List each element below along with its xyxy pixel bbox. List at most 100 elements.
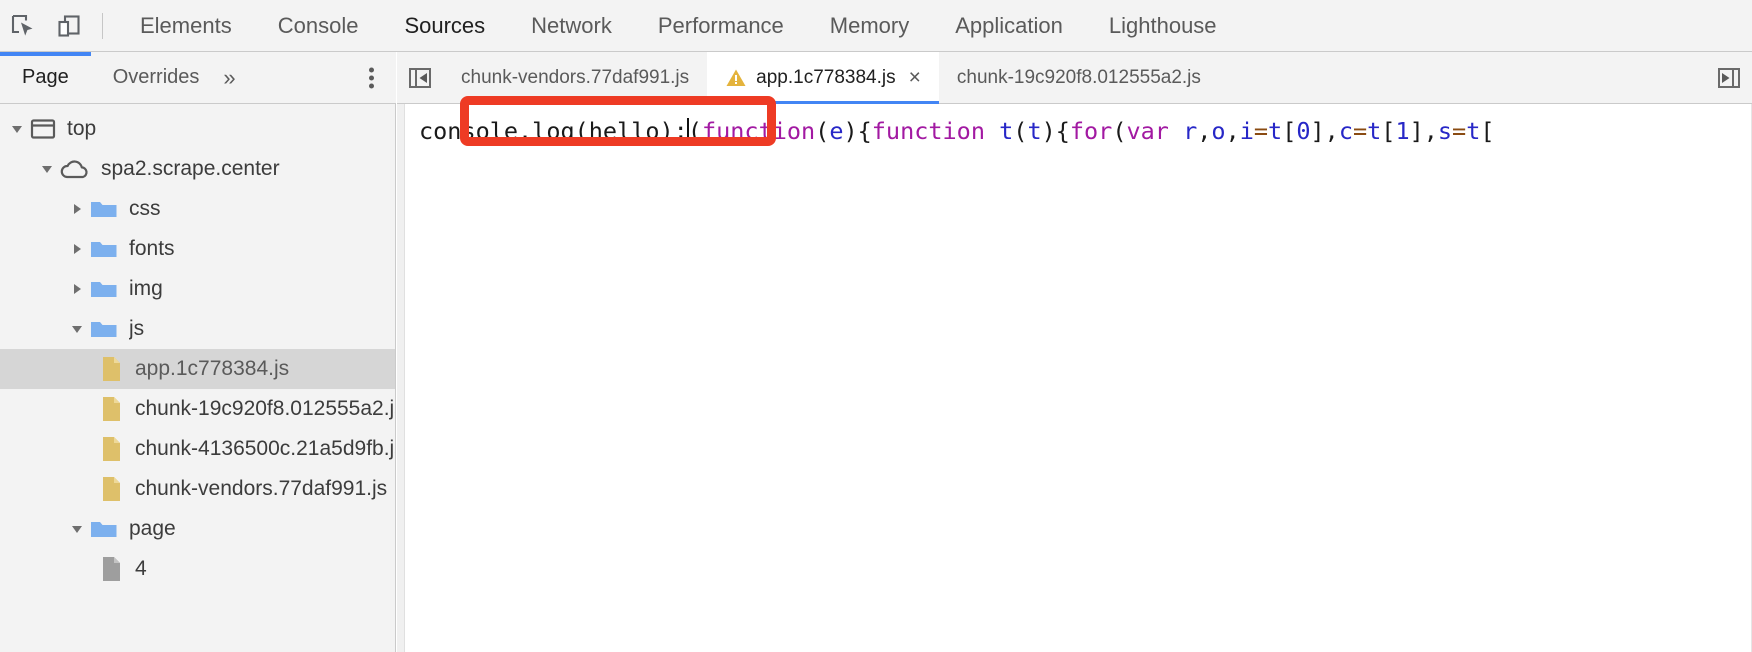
tab-network-label: Network <box>531 12 612 38</box>
tab-application-label: Application <box>955 12 1063 38</box>
devtools-window: Elements Console Sources Network Perform… <box>0 0 1752 652</box>
code-token: ( <box>815 117 830 145</box>
code-token: , <box>1225 117 1240 145</box>
navigator-tab-bar: Page Overrides » <box>0 51 396 104</box>
tree-item-chunk-4136500c[interactable]: chunk-4136500c.21a5d9fb.js <box>0 429 395 469</box>
tree-item-spa2-scrape-center[interactable]: spa2.scrape.center <box>0 149 395 189</box>
code-token: ], <box>1409 117 1438 145</box>
nav-tab-page-label: Page <box>22 66 69 88</box>
file-tab-chunk-vendors[interactable]: chunk-vendors.77daf991.js <box>443 52 707 104</box>
folder-icon <box>90 238 118 260</box>
chevron-right-icon[interactable] <box>64 242 90 256</box>
code-token: , <box>1197 117 1212 145</box>
chevron-down-icon[interactable] <box>64 322 90 336</box>
tree-item-label: chunk-vendors.77daf991.js <box>135 477 388 500</box>
dot <box>369 83 374 88</box>
device-toolbar-icon[interactable] <box>46 6 92 46</box>
tree-item-img[interactable]: img <box>0 269 395 309</box>
cloud-icon <box>60 158 90 180</box>
folder-icon <box>90 198 118 220</box>
code-token: o <box>1211 117 1226 145</box>
tab-memory[interactable]: Memory <box>807 0 932 52</box>
code-token: i <box>1239 117 1254 145</box>
nav-tab-overrides-label: Overrides <box>112 66 200 88</box>
code-token: for <box>1069 117 1113 145</box>
tree-item-js[interactable]: js <box>0 309 395 349</box>
tree-item-label: spa2.scrape.center <box>101 157 280 180</box>
show-next-tabs-icon[interactable] <box>1706 52 1752 104</box>
code-token: t <box>1466 117 1481 145</box>
nav-tab-page[interactable]: Page <box>0 51 91 104</box>
code-token: t <box>1367 117 1382 145</box>
code-line[interactable]: console.log(hello);(function(e){function… <box>419 111 1752 151</box>
tab-lighthouse-label: Lighthouse <box>1108 12 1217 38</box>
source-code-editor[interactable]: console.log(hello);(function(e){function… <box>397 104 1752 652</box>
tab-application[interactable]: Application <box>932 0 1086 52</box>
tab-console[interactable]: Console <box>255 0 382 52</box>
folder-icon <box>90 318 118 340</box>
document-icon <box>100 555 124 583</box>
tree-item-fonts[interactable]: fonts <box>0 229 395 269</box>
tree-item-top[interactable]: top <box>0 109 395 149</box>
code-token: = <box>1452 117 1467 145</box>
more-options-icon[interactable] <box>369 64 374 91</box>
code-token: ){ <box>1041 117 1070 145</box>
close-icon[interactable]: × <box>909 67 921 88</box>
code-token: 1 <box>1395 117 1410 145</box>
tab-sources[interactable]: Sources <box>381 0 508 52</box>
code-token: e <box>829 117 844 145</box>
panel-tab-list: Elements Console Sources Network Perform… <box>117 0 1240 52</box>
chevron-right-icon[interactable] <box>64 282 90 296</box>
tree-item-page-4[interactable]: 4 <box>0 549 395 589</box>
code-token: [ <box>1381 117 1396 145</box>
code-token: t <box>1027 117 1042 145</box>
tab-network[interactable]: Network <box>508 0 635 52</box>
tree-item-label: chunk-19c920f8.012555a2.js <box>135 397 395 420</box>
tree-item-label: fonts <box>129 237 175 260</box>
navigator-file-tree[interactable]: top spa2.scrape.center css fonts img js … <box>0 104 396 652</box>
tree-item-label: js <box>129 317 145 340</box>
tree-item-label: top <box>67 117 97 140</box>
tree-item-label: app.1c778384.js <box>135 357 290 380</box>
js-file-icon <box>100 355 124 383</box>
tree-item-chunk-vendors[interactable]: chunk-vendors.77daf991.js <box>0 469 395 509</box>
code-token: ( <box>687 117 702 145</box>
tree-item-label: img <box>129 277 163 300</box>
nav-more-label: » <box>223 64 236 90</box>
editor-tab-bar: chunk-vendors.77daf991.js app.1c778384.j… <box>397 51 1752 104</box>
chevron-right-icon[interactable] <box>64 202 90 216</box>
chevron-double-right-icon[interactable]: » <box>221 52 241 104</box>
chevron-down-icon[interactable] <box>34 162 60 176</box>
code-token: r <box>1183 117 1198 145</box>
code-token: [ <box>1480 117 1495 145</box>
folder-icon <box>90 518 118 540</box>
js-file-icon <box>100 435 124 463</box>
file-tab-label: chunk-19c920f8.012555a2.js <box>956 66 1201 88</box>
tree-item-label: chunk-4136500c.21a5d9fb.js <box>135 437 395 460</box>
code-token: ( <box>1112 117 1127 145</box>
file-tab-label: chunk-vendors.77daf991.js <box>461 66 690 88</box>
tree-item-label: 4 <box>135 557 147 580</box>
show-previous-tabs-icon[interactable] <box>397 52 443 104</box>
warning-triangle-icon <box>725 67 747 89</box>
code-token: console.log(hello); <box>419 117 688 145</box>
js-file-icon <box>100 475 124 503</box>
inspect-element-icon[interactable] <box>0 6 46 46</box>
file-tab-label: app.1c778384.js <box>756 66 896 88</box>
file-tab-app[interactable]: app.1c778384.js × <box>707 51 939 104</box>
tree-item-chunk-19c920f8[interactable]: chunk-19c920f8.012555a2.js <box>0 389 395 429</box>
file-tab-chunk-19c920f8[interactable]: chunk-19c920f8.012555a2.js <box>939 52 1219 104</box>
nav-tab-overrides[interactable]: Overrides <box>91 52 222 104</box>
tab-lighthouse[interactable]: Lighthouse <box>1086 0 1240 52</box>
file-tab-list: chunk-vendors.77daf991.js app.1c778384.j… <box>443 51 1706 104</box>
chevron-down-icon[interactable] <box>4 122 30 136</box>
chevron-down-icon[interactable] <box>64 522 90 536</box>
tree-item-app-js[interactable]: app.1c778384.js <box>0 349 395 389</box>
tab-elements[interactable]: Elements <box>117 0 255 52</box>
tab-performance[interactable]: Performance <box>635 0 807 52</box>
tree-item-page[interactable]: page <box>0 509 395 549</box>
tree-item-css[interactable]: css <box>0 189 395 229</box>
devtools-main-toolbar: Elements Console Sources Network Perform… <box>0 0 1752 52</box>
